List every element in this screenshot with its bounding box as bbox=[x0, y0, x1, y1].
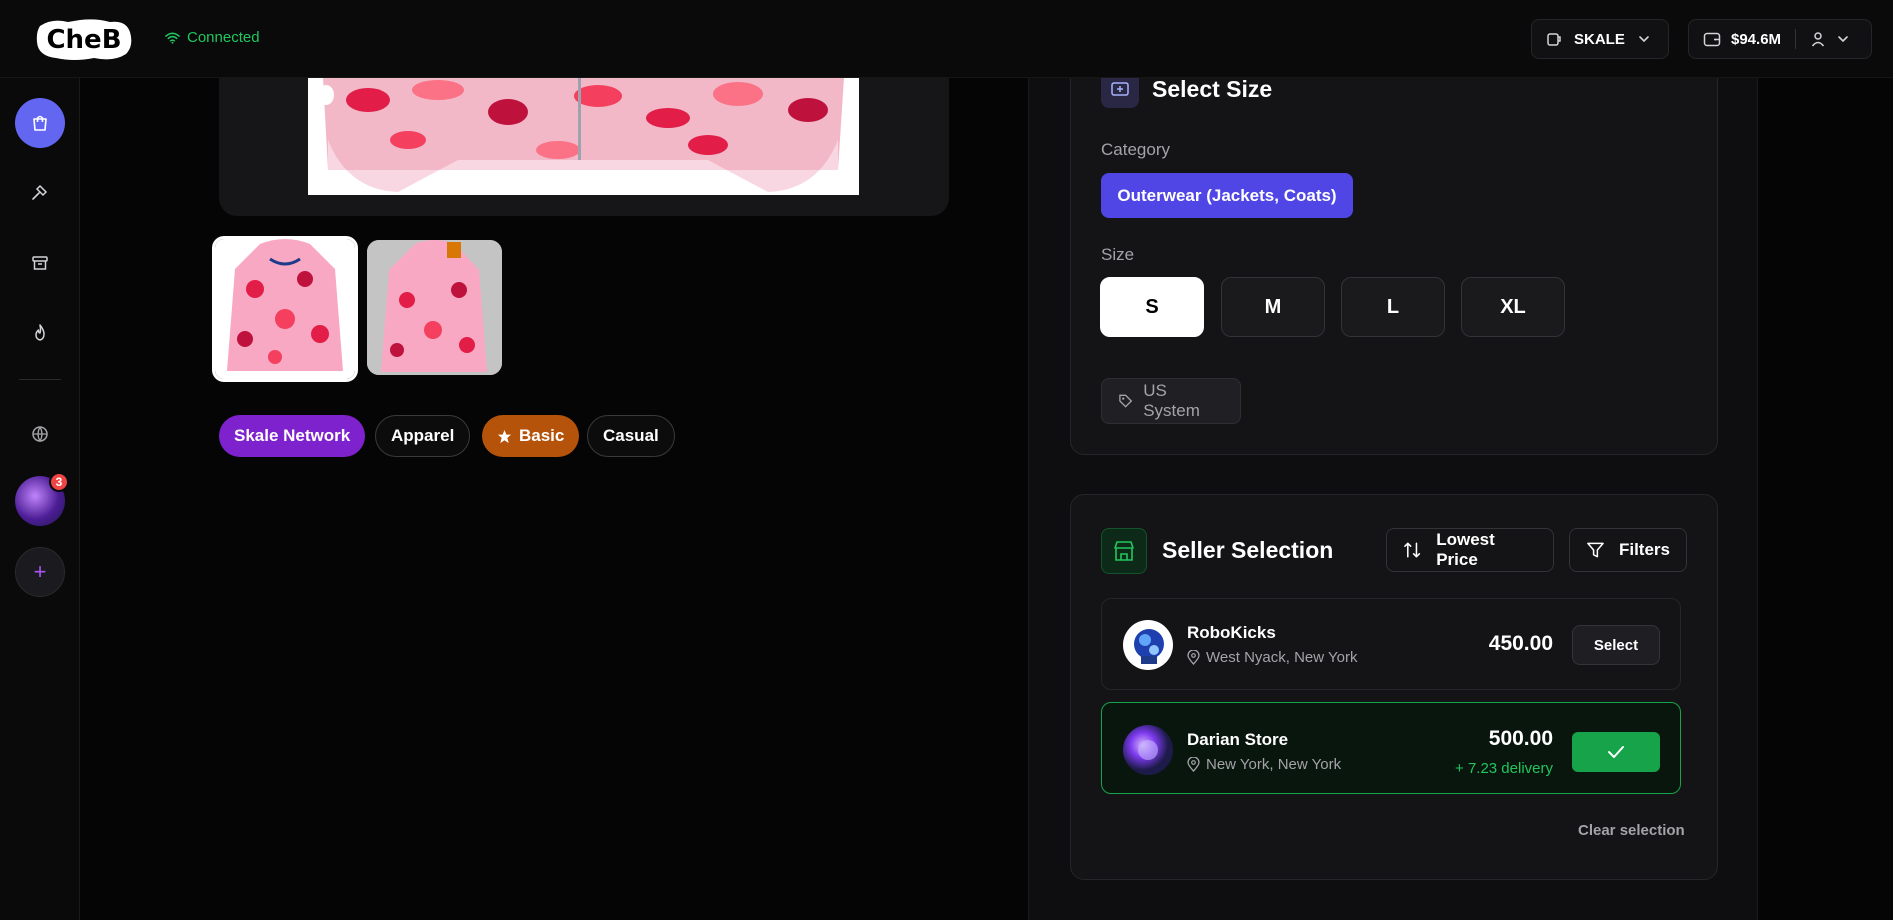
connection-label: Connected bbox=[187, 29, 260, 46]
size-system-label: US System bbox=[1143, 381, 1200, 420]
store-icon-box bbox=[1101, 528, 1147, 574]
seller-name: RoboKicks bbox=[1187, 623, 1276, 642]
location-pin-icon bbox=[1187, 757, 1200, 772]
hoodie-thumbnail bbox=[215, 239, 355, 379]
selected-seller-button[interactable] bbox=[1572, 732, 1660, 772]
logo-text: CheB bbox=[46, 25, 121, 55]
seller-price: 500.00 bbox=[1488, 727, 1553, 750]
notification-badge: 3 bbox=[49, 472, 69, 492]
tag-icon bbox=[1119, 394, 1133, 408]
plus-icon: + bbox=[33, 559, 47, 584]
sort-icon bbox=[1404, 542, 1421, 558]
network-selector[interactable]: SKALE bbox=[1531, 19, 1669, 59]
tag-skale-network[interactable]: Skale Network bbox=[219, 415, 366, 457]
size-title: Select Size bbox=[1152, 76, 1273, 102]
chevron-down-icon bbox=[1639, 36, 1649, 43]
network-label: SKALE bbox=[1574, 30, 1625, 48]
sidebar: 3 + bbox=[0, 78, 80, 920]
wallet-icon bbox=[1703, 32, 1721, 47]
seller-avatar bbox=[1123, 620, 1173, 670]
hammer-icon bbox=[32, 184, 48, 200]
top-bar: CheB Connected SKALE $94.6M bbox=[0, 0, 1893, 78]
chain-icon bbox=[1547, 33, 1561, 46]
seller-title: Seller Selection bbox=[1162, 537, 1334, 563]
filter-icon bbox=[1587, 542, 1604, 558]
divider bbox=[1795, 29, 1797, 49]
seller-avatar bbox=[1123, 725, 1173, 775]
sidebar-divider bbox=[19, 379, 61, 380]
sort-button[interactable]: Lowest Price bbox=[1386, 528, 1554, 572]
user-icon bbox=[1811, 32, 1825, 47]
wifi-icon bbox=[165, 32, 180, 44]
sidebar-item-auction[interactable] bbox=[15, 168, 65, 218]
sidebar-item-shop[interactable] bbox=[15, 98, 65, 148]
tag-label: Skale Network bbox=[234, 426, 351, 445]
connection-status: Connected bbox=[165, 29, 260, 46]
clear-selection-link[interactable]: Clear selection bbox=[1578, 822, 1685, 839]
app-logo[interactable]: CheB bbox=[34, 16, 134, 62]
wallet-menu[interactable]: $94.6M bbox=[1688, 19, 1872, 59]
tag-label: Basic bbox=[519, 426, 565, 445]
add-community-button[interactable]: + bbox=[15, 547, 65, 597]
filters-button[interactable]: Filters bbox=[1569, 528, 1687, 572]
flame-icon bbox=[35, 324, 45, 341]
size-option-s[interactable]: S bbox=[1100, 277, 1204, 337]
community-avatar[interactable]: 3 bbox=[15, 472, 69, 526]
category-label: Category bbox=[1101, 140, 1170, 159]
seller-location-text: New York, New York bbox=[1206, 756, 1342, 773]
tag-label: Apparel bbox=[391, 426, 455, 445]
seller-row-robokicks[interactable]: RoboKicks West Nyack, New York 450.00 Se… bbox=[1101, 598, 1681, 690]
check-icon bbox=[1608, 746, 1624, 758]
sidebar-item-archive[interactable] bbox=[15, 238, 65, 288]
globe-icon bbox=[32, 426, 48, 443]
shopping-bag-icon bbox=[33, 115, 47, 131]
thumbnail-back[interactable] bbox=[367, 240, 502, 375]
sort-label: Lowest Price bbox=[1436, 530, 1495, 569]
tag-apparel[interactable]: Apparel bbox=[375, 415, 471, 457]
chevron-down-icon bbox=[1838, 36, 1848, 43]
category-chip[interactable]: Outerwear (Jackets, Coats) bbox=[1101, 173, 1353, 218]
seller-price: 450.00 bbox=[1488, 632, 1553, 655]
archive-icon bbox=[32, 256, 48, 270]
seller-row-darian-store[interactable]: Darian Store New York, New York 500.00 +… bbox=[1101, 702, 1681, 794]
select-seller-button[interactable]: Select bbox=[1572, 625, 1660, 665]
location-pin-icon bbox=[1187, 650, 1200, 665]
filters-label: Filters bbox=[1618, 540, 1670, 559]
store-icon bbox=[1114, 541, 1134, 561]
tag-casual[interactable]: Casual bbox=[587, 415, 675, 457]
delivery-fee: + 7.23 delivery bbox=[1455, 760, 1553, 777]
tag-label: Casual bbox=[603, 426, 659, 445]
star-icon bbox=[497, 429, 512, 443]
size-option-m[interactable]: M bbox=[1221, 277, 1325, 337]
seller-name: Darian Store bbox=[1187, 730, 1289, 749]
ruler-icon bbox=[1111, 82, 1129, 96]
seller-location: West Nyack, New York bbox=[1187, 649, 1357, 666]
wallet-balance: $94.6M bbox=[1731, 30, 1782, 48]
hoodie-thumbnail-back bbox=[367, 240, 502, 375]
thumbnail-front[interactable] bbox=[212, 236, 358, 382]
seller-location: New York, New York bbox=[1187, 756, 1341, 773]
size-system-badge: US System bbox=[1101, 378, 1241, 424]
sidebar-item-explore[interactable] bbox=[15, 409, 65, 459]
size-option-l[interactable]: L bbox=[1341, 277, 1445, 337]
size-label: Size bbox=[1101, 245, 1135, 264]
sidebar-item-trending[interactable] bbox=[15, 308, 65, 358]
seller-location-text: West Nyack, New York bbox=[1206, 649, 1358, 666]
size-option-xl[interactable]: XL bbox=[1461, 277, 1565, 337]
tag-basic[interactable]: Basic bbox=[482, 415, 580, 457]
